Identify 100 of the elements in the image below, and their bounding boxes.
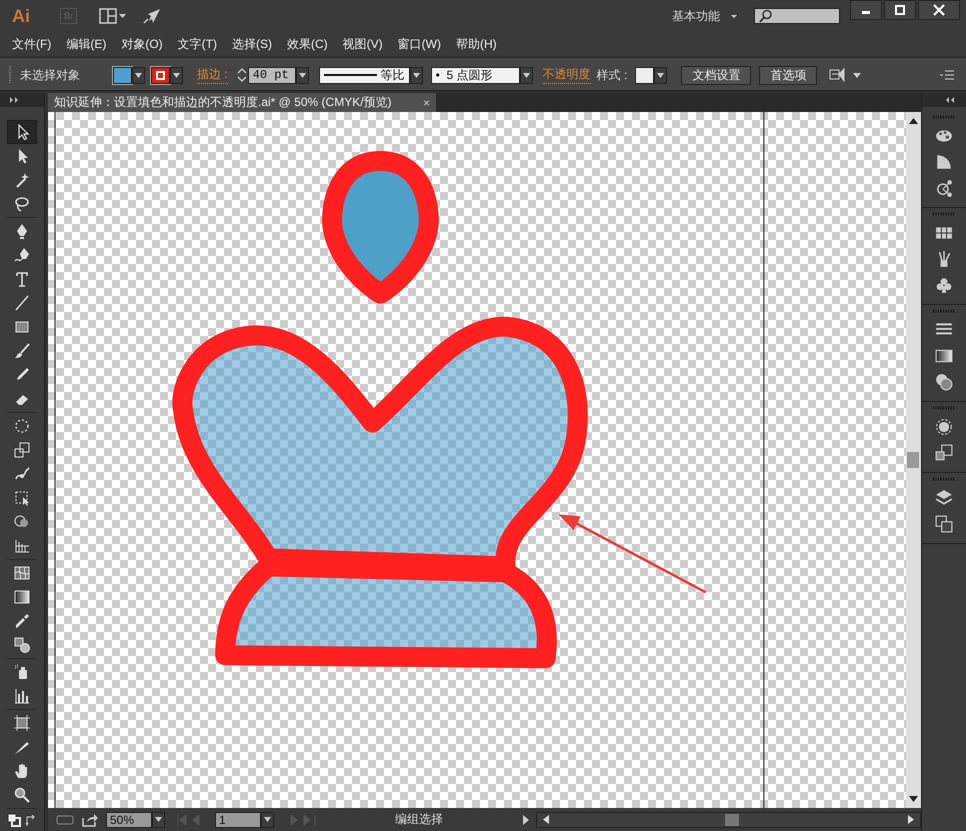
zoom-icon xyxy=(14,787,30,803)
stroke-weight-field[interactable]: 40 pt xyxy=(248,66,296,84)
scroll-left-icon[interactable] xyxy=(543,815,549,824)
menu-item[interactable]: 视图(V) xyxy=(342,36,383,52)
scroll-right-icon[interactable] xyxy=(908,815,914,824)
fill-stroke-icon[interactable] xyxy=(7,813,21,827)
type-tool-icon xyxy=(14,271,30,287)
horizontal-scrollbar[interactable] xyxy=(536,812,921,828)
close-icon xyxy=(933,4,945,16)
appearance-icon xyxy=(935,418,953,436)
graphic-styles-icon xyxy=(935,444,953,462)
stroke-link[interactable]: 描边 : xyxy=(197,66,228,84)
menu-item[interactable]: 帮助(H) xyxy=(456,36,497,52)
brush-icon xyxy=(14,343,30,359)
artboards-icon xyxy=(935,515,953,533)
app-logo: Ai xyxy=(12,6,30,26)
dropdown-button[interactable] xyxy=(654,66,668,84)
search-field[interactable] xyxy=(754,8,840,24)
grip-icon[interactable] xyxy=(933,477,955,481)
dropdown-button[interactable] xyxy=(132,66,145,84)
link-icon[interactable] xyxy=(56,814,74,826)
grip-icon[interactable] xyxy=(933,309,955,313)
blend-icon xyxy=(14,637,30,653)
pencil-icon xyxy=(14,367,30,383)
stroke-profile-field[interactable]: 等比 xyxy=(318,66,410,84)
lasso-icon xyxy=(14,196,30,212)
caret-icon xyxy=(412,72,420,78)
minimize-button[interactable] xyxy=(850,0,882,20)
caret-icon[interactable] xyxy=(730,13,738,19)
caret-icon xyxy=(173,72,180,78)
color-guide-icon xyxy=(935,153,953,171)
opacity-link[interactable]: 不透明度 xyxy=(542,66,591,84)
pen-icon xyxy=(14,223,30,239)
scale-icon xyxy=(14,442,30,458)
play-icon[interactable] xyxy=(522,814,530,824)
status-text: 编组选择 xyxy=(394,811,444,828)
menu-item[interactable]: 选择(S) xyxy=(232,36,272,52)
brush-field[interactable]: • 5 点圆形 xyxy=(430,66,520,84)
perspective-grid-icon xyxy=(14,538,30,554)
layout-icon[interactable] xyxy=(99,8,127,24)
pen-icon xyxy=(14,247,30,263)
caret-icon xyxy=(298,72,306,78)
artboard-field[interactable]: 1 xyxy=(215,812,261,828)
menu-item[interactable]: 文字(T) xyxy=(178,36,217,52)
arrange-icon[interactable] xyxy=(829,67,864,83)
dropdown-button[interactable] xyxy=(170,66,183,84)
caret-icon xyxy=(155,817,162,822)
grip-icon[interactable] xyxy=(933,115,955,119)
toolbar-button[interactable]: 文档设置 xyxy=(681,66,752,84)
mesh-icon xyxy=(14,565,30,581)
close-button[interactable] xyxy=(918,0,960,20)
rotate-icon xyxy=(14,418,30,434)
maximize-button[interactable] xyxy=(884,0,916,20)
scroll-up-icon[interactable] xyxy=(909,118,918,124)
network-icon xyxy=(935,179,953,197)
eyedropper-icon xyxy=(14,613,30,629)
scroll-thumb[interactable] xyxy=(907,452,919,468)
panel-menu-icon[interactable] xyxy=(940,70,954,80)
collapse-icon[interactable] xyxy=(946,97,956,103)
document-tab[interactable]: 知识延伸：设置填色和描边的不透明度.ai* @ 50% (CMYK/预览) × xyxy=(48,93,436,112)
scroll-down-icon[interactable] xyxy=(909,796,918,802)
arrow-tool[interactable] xyxy=(7,120,37,144)
menu-item[interactable]: 文件(F) xyxy=(12,36,52,52)
dropdown-button[interactable] xyxy=(152,812,165,828)
grip-icon[interactable] xyxy=(8,66,12,84)
spinner-icon[interactable] xyxy=(236,66,248,84)
tab-close-button[interactable]: × xyxy=(422,96,430,110)
menu-item[interactable]: 窗口(W) xyxy=(398,36,441,52)
spray-can-icon xyxy=(14,664,30,680)
caret-icon xyxy=(657,72,664,78)
fill-swatch[interactable] xyxy=(113,66,132,84)
zoom-field[interactable]: 50% xyxy=(106,812,152,828)
knife-icon xyxy=(14,739,30,755)
caret-icon xyxy=(264,817,271,822)
stroke-swatch[interactable] xyxy=(151,66,170,84)
scroll-thumb[interactable] xyxy=(725,814,739,826)
warp-icon xyxy=(14,466,30,482)
caret-icon xyxy=(522,72,530,78)
share-icon[interactable] xyxy=(82,812,98,826)
rectangle-icon xyxy=(14,319,30,335)
dropdown-button[interactable] xyxy=(296,66,309,84)
artboard-icon xyxy=(14,715,30,731)
vertical-scrollbar[interactable] xyxy=(906,112,921,808)
rocket-icon[interactable] xyxy=(143,8,161,24)
swap-icon[interactable] xyxy=(25,814,37,826)
grip-icon[interactable] xyxy=(933,212,955,216)
dropdown-button[interactable] xyxy=(410,66,423,84)
menu-item[interactable]: 效果(C) xyxy=(286,36,328,52)
menu-item[interactable]: 编辑(E) xyxy=(66,36,106,52)
grip-icon[interactable] xyxy=(933,406,955,410)
toolbar-button[interactable]: 首选项 xyxy=(759,66,818,84)
expand-icon[interactable] xyxy=(10,97,20,103)
workspace-switcher[interactable]: 基本功能 xyxy=(672,8,720,24)
style-swatch[interactable] xyxy=(635,66,654,84)
menu-item[interactable]: 对象(O) xyxy=(121,36,163,52)
club-icon xyxy=(935,276,953,294)
dropdown-button[interactable] xyxy=(261,812,274,828)
dropdown-button[interactable] xyxy=(520,66,533,84)
caret-icon xyxy=(135,72,142,78)
style-label: 样式 : xyxy=(596,66,628,84)
